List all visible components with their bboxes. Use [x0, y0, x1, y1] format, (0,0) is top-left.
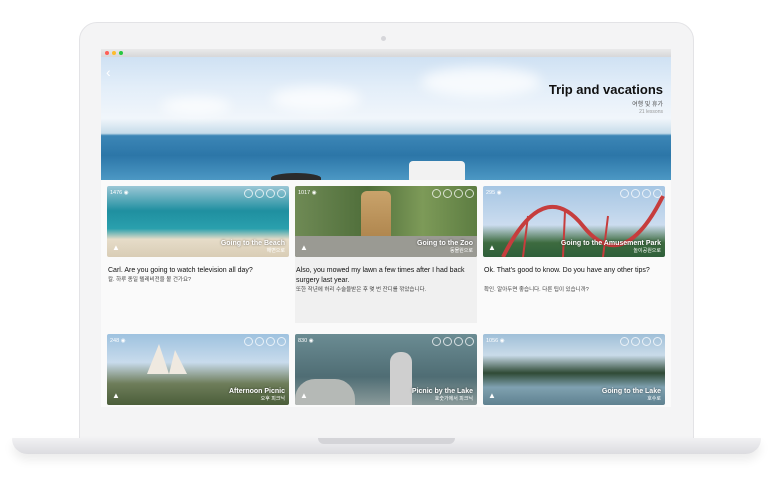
hero-cloud: [421, 67, 541, 97]
hero-banner: ‹ Trip and vacations 여행 및 휴가 21 lessons: [101, 57, 671, 180]
lesson-title: Afternoon Picnic: [228, 388, 285, 395]
progress-circle-icon: [620, 189, 629, 198]
hero-cloud: [161, 97, 231, 115]
camera-icon: [381, 36, 386, 41]
lesson-subtitle: 동물원으로: [449, 248, 473, 254]
progress-circle-icon: [465, 189, 474, 198]
progress-circles: [620, 189, 662, 198]
progress-circle-icon: [454, 189, 463, 198]
lesson-title: Going to the Zoo: [417, 240, 473, 247]
view-count: 1476 ◉: [110, 190, 129, 196]
progress-circles: [244, 189, 286, 198]
progress-circle-icon: [631, 189, 640, 198]
lesson-title: Picnic by the Lake: [411, 388, 473, 395]
lesson-title: Going to the Amusement Park: [560, 240, 661, 247]
hero-chair: [409, 161, 465, 180]
lesson-subtitle: 오후 피크닉: [260, 396, 285, 402]
chevron-left-icon: ‹: [106, 64, 111, 80]
maximize-window-button[interactable]: [119, 51, 123, 55]
progress-circle-icon: [653, 189, 662, 198]
lesson-thumbnail[interactable]: 295 ◉ ▲ Going to the Amusement Park 놀이공원…: [483, 186, 665, 257]
lesson-sentence: Carl. Are you going to watch television …: [108, 267, 253, 274]
page-subtitle: 여행 및 휴가: [632, 102, 663, 108]
speaker-icon[interactable]: ▲: [112, 391, 122, 400]
progress-circle-icon: [255, 337, 264, 346]
hero-cloud: [271, 87, 361, 111]
lesson-translation: 또한 작년에 허리 수술을받은 후 몇 번 잔디를 깎았습니다.: [296, 287, 427, 293]
progress-circle-icon: [653, 337, 662, 346]
lesson-title: Going to the Beach: [220, 240, 285, 247]
lesson-thumbnail[interactable]: 1476 ◉ ▲ Going to the Beach 해변으로: [107, 186, 289, 257]
progress-circle-icon: [454, 337, 463, 346]
progress-circle-icon: [642, 189, 651, 198]
progress-circle-icon: [432, 189, 441, 198]
eye-icon: ◉: [123, 190, 129, 196]
lesson-card[interactable]: 1056 ◉ ▲ Going to the Lake 호수로: [482, 334, 666, 407]
lesson-card[interactable]: 248 ◉ ▲ Afternoon Picnic 오후 피크닉: [101, 334, 289, 407]
lesson-thumbnail[interactable]: 248 ◉ ▲ Afternoon Picnic 오후 피크닉: [107, 334, 289, 405]
speaker-icon[interactable]: ▲: [300, 391, 310, 400]
lesson-subtitle: 놀이공원으로: [633, 248, 661, 254]
view-count: 295 ◉: [486, 190, 502, 196]
lesson-thumbnail[interactable]: 1056 ◉ ▲ Going to the Lake 호수로: [483, 334, 665, 405]
progress-circle-icon: [443, 189, 452, 198]
progress-circles: [432, 189, 474, 198]
minimize-window-button[interactable]: [112, 51, 116, 55]
progress-circle-icon: [443, 337, 452, 346]
person-shape: [390, 352, 412, 405]
progress-circles: [432, 337, 474, 346]
lesson-count: 21 lessons: [639, 109, 663, 115]
progress-circle-icon: [255, 189, 264, 198]
progress-circle-icon: [642, 337, 651, 346]
lesson-thumbnail[interactable]: 1017 ◉ ▲ Going to the Zoo 동물원으로: [295, 186, 477, 257]
page-title: Trip and vacations: [548, 82, 663, 97]
progress-circle-icon: [277, 337, 286, 346]
progress-circle-icon: [266, 189, 275, 198]
progress-circle-icon: [631, 337, 640, 346]
view-count: 248 ◉: [110, 338, 126, 344]
progress-circle-icon: [465, 337, 474, 346]
lesson-sentence: Also, you mowed my lawn a few times afte…: [296, 267, 465, 284]
lesson-translation: 칼. 하루 종일 텔레비전을 볼 건가요?: [108, 277, 192, 283]
speaker-icon[interactable]: ▲: [488, 391, 498, 400]
hero-rock: [271, 173, 321, 180]
progress-circle-icon: [432, 337, 441, 346]
lesson-subtitle: 해변으로: [266, 248, 285, 254]
progress-circle-icon: [244, 189, 253, 198]
lesson-thumbnail[interactable]: 830 ◉ ▲ Picnic by the Lake 호숫가에서 피크닉: [295, 334, 477, 405]
lesson-subtitle: 호수로: [647, 396, 661, 402]
lesson-card[interactable]: 1017 ◉ ▲ Going to the Zoo 동물원으로 Also, yo…: [295, 186, 477, 323]
lesson-translation: 확인. 알아두면 좋습니다. 다른 팁이 있습니까?: [484, 287, 589, 293]
lesson-title: Going to the Lake: [601, 388, 661, 395]
eye-icon: ◉: [311, 190, 317, 196]
progress-circle-icon: [620, 337, 629, 346]
lesson-card[interactable]: 295 ◉ ▲ Going to the Amusement Park 놀이공원…: [482, 186, 666, 323]
eye-icon: ◉: [120, 338, 126, 344]
progress-circle-icon: [266, 337, 275, 346]
lesson-card[interactable]: 1476 ◉ ▲ Going to the Beach 해변으로 Carl. A…: [101, 186, 289, 323]
app-screen: ‹ Trip and vacations 여행 및 휴가 21 lessons …: [101, 49, 671, 407]
eye-icon: ◉: [499, 338, 505, 344]
lesson-sentence: Ok. That's good to know. Do you have any…: [484, 267, 650, 274]
view-count: 830 ◉: [298, 338, 314, 344]
progress-circle-icon: [277, 189, 286, 198]
eye-icon: ◉: [496, 190, 502, 196]
lesson-grid: 1476 ◉ ▲ Going to the Beach 해변으로 Carl. A…: [101, 186, 671, 407]
progress-circles: [620, 337, 662, 346]
opera-house-shape: [147, 344, 187, 374]
speaker-icon[interactable]: ▲: [112, 243, 122, 252]
view-count: 1017 ◉: [298, 190, 317, 196]
lesson-subtitle: 호숫가에서 피크닉: [434, 396, 473, 402]
window-titlebar: [101, 49, 671, 57]
speaker-icon[interactable]: ▲: [300, 243, 310, 252]
progress-circle-icon: [244, 337, 253, 346]
laptop-notch: [318, 438, 455, 444]
progress-circles: [244, 337, 286, 346]
eye-icon: ◉: [308, 338, 314, 344]
back-button[interactable]: ‹: [106, 65, 120, 79]
lesson-card[interactable]: 830 ◉ ▲ Picnic by the Lake 호숫가에서 피크닉: [295, 334, 477, 407]
view-count: 1056 ◉: [486, 338, 505, 344]
speaker-icon[interactable]: ▲: [488, 243, 498, 252]
close-window-button[interactable]: [105, 51, 109, 55]
